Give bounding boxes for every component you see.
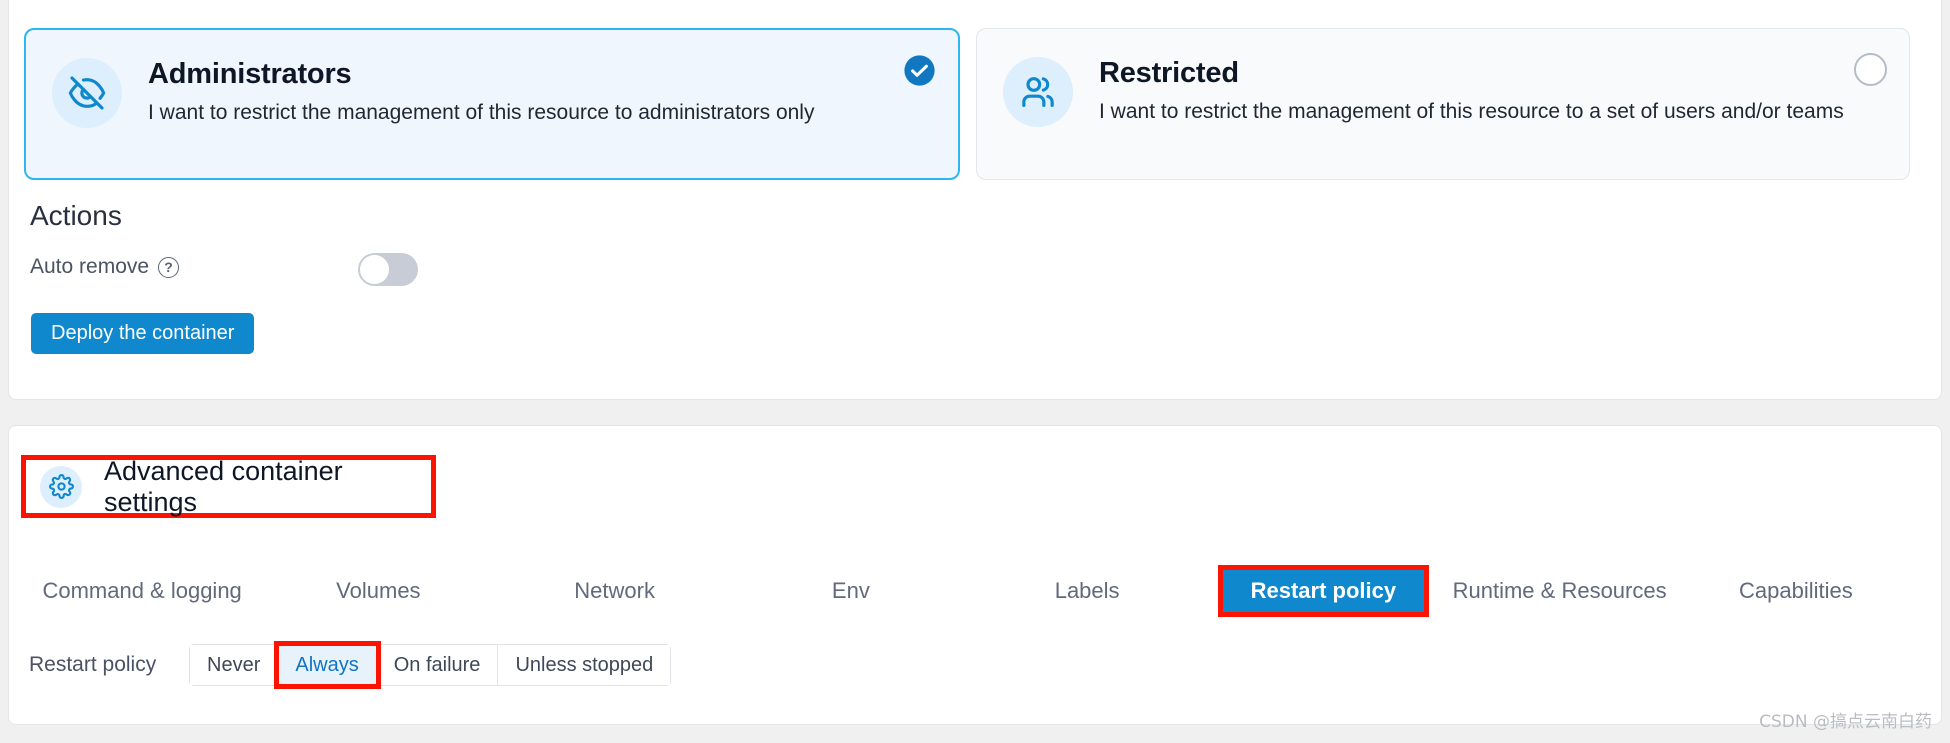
eye-off-icon: [52, 58, 122, 128]
radio-empty-circle: [1854, 53, 1887, 86]
access-card-administrators[interactable]: Administrators I want to restrict the ma…: [24, 28, 960, 180]
watermark: CSDN @搞点云南白药: [1759, 712, 1932, 732]
advanced-container-settings-title: Advanced container settings: [104, 455, 343, 517]
tab-label: Capabilities: [1739, 578, 1853, 603]
tab-restart-policy[interactable]: Restart policy: [1205, 560, 1441, 622]
access-card-description: I want to restrict the management of thi…: [148, 101, 815, 125]
tab-label: Command & logging: [42, 578, 242, 603]
tab-volumes[interactable]: Volumes: [260, 560, 496, 622]
tab-label: Network: [574, 578, 655, 603]
access-card-title: Restricted: [1099, 57, 1239, 89]
access-card-text: Restricted I want to restrict the manage…: [1099, 55, 1844, 126]
deploy-the-container-button[interactable]: Deploy the container: [31, 313, 255, 354]
tab-labels[interactable]: Labels: [969, 560, 1205, 622]
auto-remove-label: Auto remove: [30, 255, 150, 278]
actions-heading: Actions: [30, 200, 122, 231]
tab-label: Labels: [1054, 578, 1120, 603]
tab-label: Env: [831, 578, 870, 603]
access-card-description: I want to restrict the management of thi…: [1099, 100, 1844, 124]
auto-remove-label-group: Auto remove ?: [30, 255, 180, 279]
tab-label: Volumes: [336, 578, 421, 603]
advanced-settings-tabs: Command & logging Volumes Network Env La…: [24, 560, 1914, 622]
tab-network[interactable]: Network: [497, 560, 733, 622]
restart-policy-option-never[interactable]: Never: [190, 645, 279, 685]
restart-policy-label: Restart policy: [29, 653, 157, 676]
access-card-title: Administrators: [148, 58, 352, 90]
restart-policy-option-always[interactable]: Always: [274, 641, 381, 689]
access-card-restricted[interactable]: Restricted I want to restrict the manage…: [976, 28, 1910, 180]
restart-policy-option-on-failure[interactable]: On failure: [376, 645, 499, 685]
restart-policy-option-unless-stopped[interactable]: Unless stopped: [498, 645, 671, 685]
auto-remove-toggle[interactable]: [358, 253, 418, 286]
access-card-text: Administrators I want to restrict the ma…: [148, 56, 814, 127]
toggle-knob: [360, 255, 389, 284]
check-circle-filled-icon[interactable]: [903, 54, 936, 87]
tab-label: Runtime & Resources: [1452, 578, 1667, 603]
restart-policy-button-group: Never Always On failure Unless stopped: [189, 641, 672, 689]
tab-runtime-and-resources[interactable]: Runtime & Resources: [1442, 560, 1678, 622]
tab-capabilities[interactable]: Capabilities: [1678, 560, 1914, 622]
tab-env[interactable]: Env: [733, 560, 969, 622]
users-icon: [1003, 57, 1073, 127]
gear-icon: [40, 465, 82, 508]
access-control-card-row: Administrators I want to restrict the ma…: [24, 28, 1910, 180]
tab-label: Restart policy: [1217, 565, 1430, 617]
radio-empty-icon[interactable]: [1854, 53, 1887, 86]
screenshot-root: Administrators I want to restrict the ma…: [0, 0, 1950, 743]
question-mark-icon[interactable]: ?: [158, 256, 180, 278]
tab-command-and-logging[interactable]: Command & logging: [24, 560, 260, 622]
restart-policy-row: Restart policy Never Always On failure U…: [29, 641, 672, 689]
advanced-container-settings-header[interactable]: Advanced container settings: [21, 455, 436, 518]
